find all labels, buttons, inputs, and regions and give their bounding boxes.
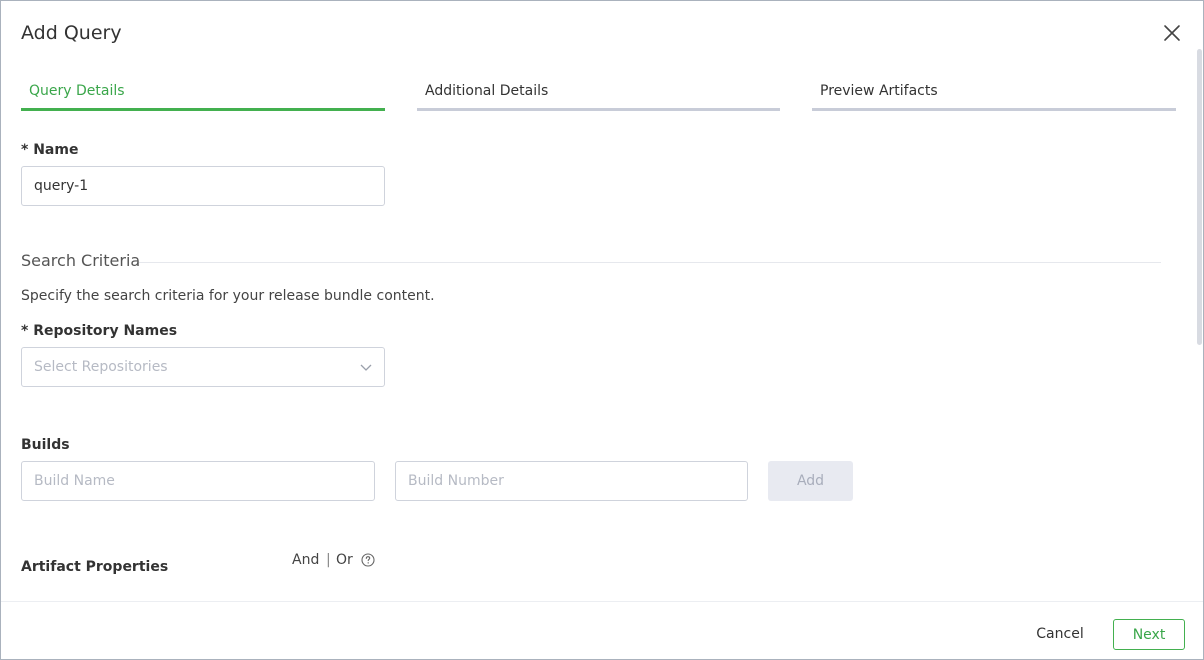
chevron-down-icon [360,364,372,371]
tab-indicator [417,108,780,111]
add-build-button[interactable]: Add [768,461,853,501]
tab-label: Additional Details [425,83,549,99]
tab-additional-details[interactable]: Additional Details [417,81,780,111]
and-or-separator: | [326,552,331,568]
repository-select[interactable]: Select Repositories [21,347,385,387]
question-circle-icon[interactable] [361,553,375,567]
name-label: * Name [21,142,79,158]
add-query-dialog: Add Query Query Details Additional Detai… [0,0,1204,660]
tab-preview-artifacts[interactable]: Preview Artifacts [812,81,1176,111]
tab-label: Query Details [29,83,125,99]
build-number-input[interactable] [395,461,748,501]
scrollbar[interactable] [1197,49,1202,345]
or-toggle[interactable]: Or [336,552,353,568]
search-criteria-hint: Specify the search criteria for your rel… [21,288,435,304]
footer-divider [1,601,1203,602]
name-input[interactable] [21,166,385,206]
cancel-button[interactable]: Cancel [1023,619,1097,649]
close-icon[interactable] [1162,23,1182,43]
repository-names-label: * Repository Names [21,323,178,339]
artifact-properties-label: Artifact Properties [21,559,169,575]
tab-indicator [812,108,1176,111]
repository-select-placeholder: Select Repositories [34,359,168,375]
section-divider [139,262,1161,263]
builds-label: Builds [21,437,70,453]
next-button[interactable]: Next [1113,619,1185,650]
search-criteria-title: Search Criteria [21,251,141,270]
tab-label: Preview Artifacts [820,83,938,99]
dialog-title: Add Query [21,22,122,44]
build-name-input[interactable] [21,461,375,501]
tab-query-details[interactable]: Query Details [21,81,385,111]
and-toggle[interactable]: And [292,552,319,568]
tab-indicator [21,108,385,111]
